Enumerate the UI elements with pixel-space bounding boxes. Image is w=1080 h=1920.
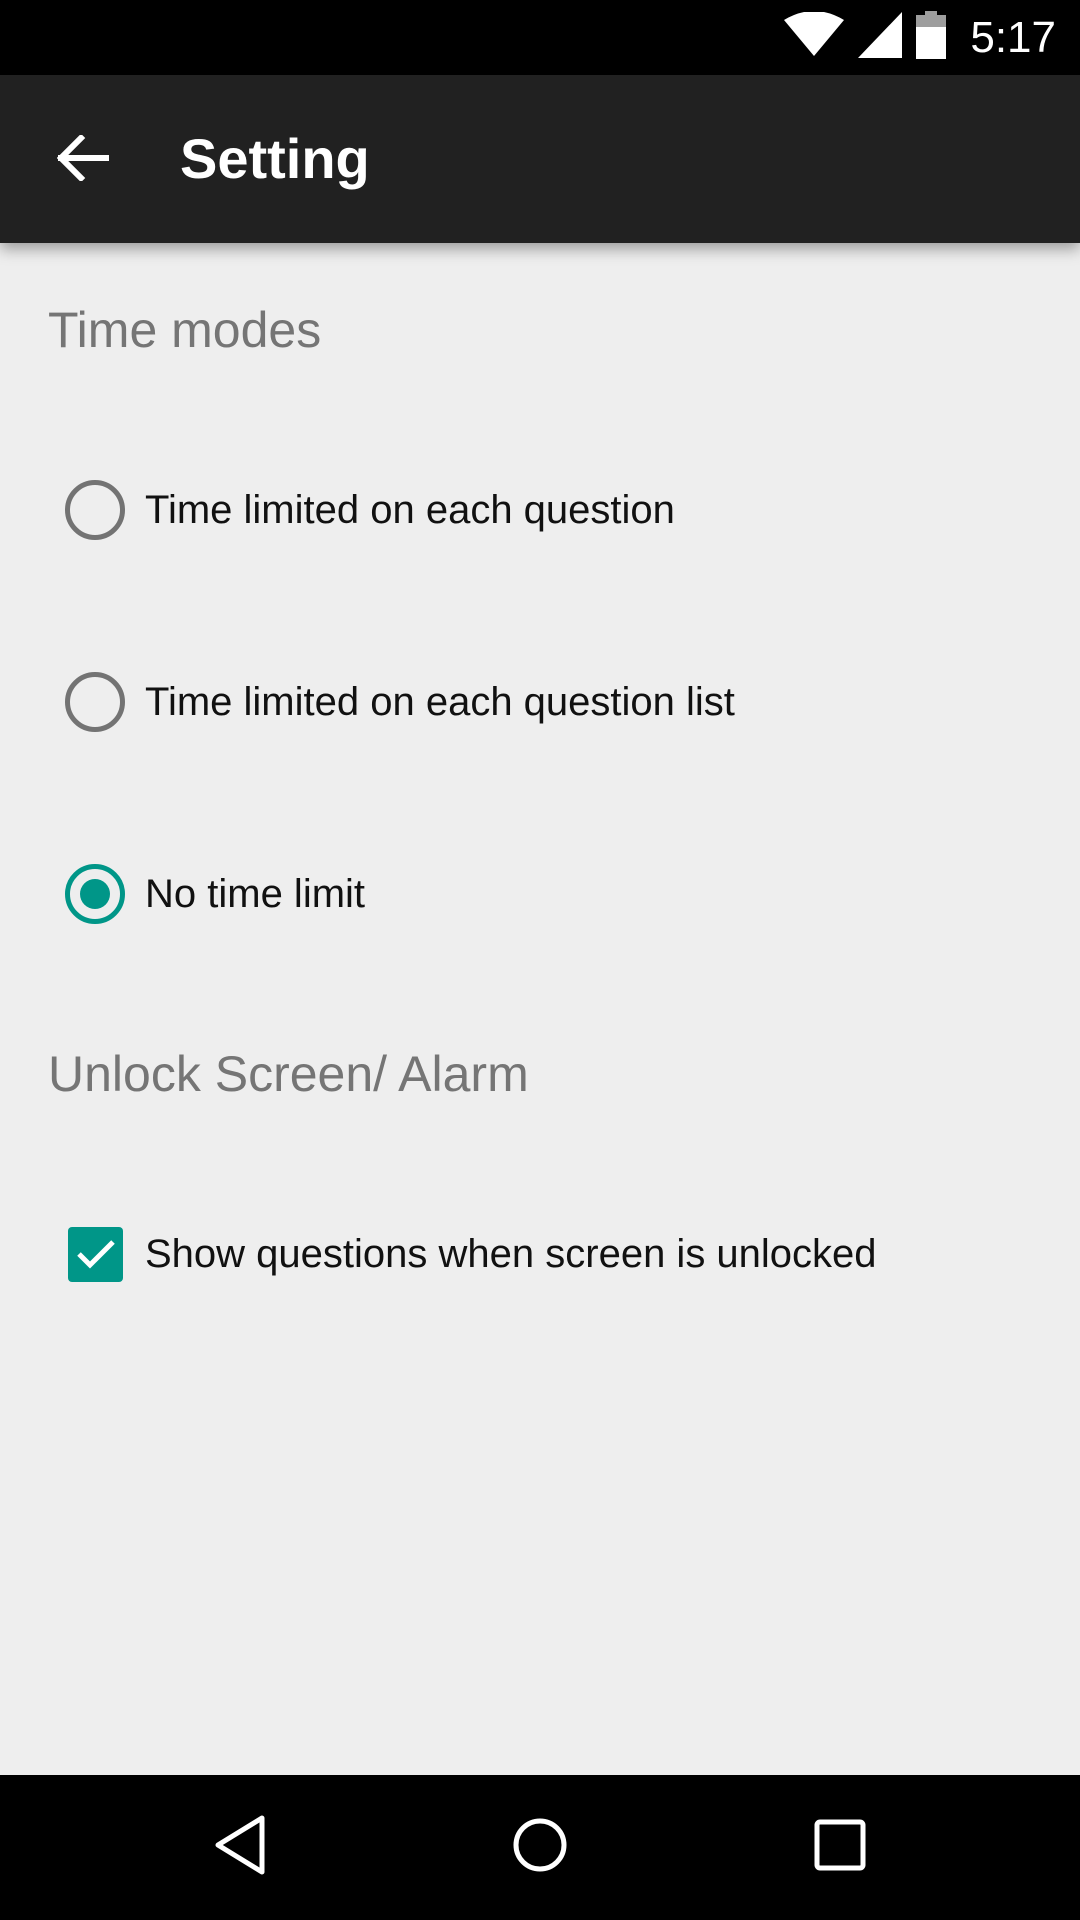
status-time: 5:17 <box>970 12 1056 62</box>
option-label: Time limited on each question <box>145 487 675 532</box>
recents-square-icon <box>812 1817 868 1878</box>
checkmark-icon <box>76 1240 115 1269</box>
time-mode-option-no-limit[interactable]: No time limit <box>0 829 1080 959</box>
back-triangle-icon <box>210 1813 270 1882</box>
app-bar: Setting <box>0 75 1080 243</box>
cellular-signal-icon <box>858 12 903 63</box>
radio-button-unchecked[interactable] <box>65 480 125 540</box>
section-header-unlock-screen: Unlock Screen/ Alarm <box>48 1046 529 1102</box>
nav-home-button[interactable] <box>490 1797 590 1897</box>
radio-dot <box>80 879 110 909</box>
option-label: Show questions when screen is unlocked <box>145 1231 877 1276</box>
battery-icon <box>916 11 947 64</box>
arrow-back-icon <box>56 133 110 186</box>
radio-button-checked[interactable] <box>65 864 125 924</box>
option-label: No time limit <box>145 871 366 916</box>
page-title: Setting <box>180 127 370 190</box>
time-mode-option-each-list[interactable]: Time limited on each question list <box>0 637 1080 767</box>
status-icons: 5:17 <box>784 0 1056 75</box>
time-mode-option-each-question[interactable]: Time limited on each question <box>0 445 1080 575</box>
section-header-time-modes: Time modes <box>48 302 322 358</box>
home-circle-icon <box>510 1815 570 1880</box>
nav-back-button[interactable] <box>190 1797 290 1897</box>
option-label: Time limited on each question list <box>145 679 735 724</box>
wifi-icon <box>784 11 845 63</box>
status-bar: 5:17 <box>0 0 1080 75</box>
back-button[interactable] <box>38 115 128 205</box>
nav-recents-button[interactable] <box>790 1797 890 1897</box>
radio-button-unchecked[interactable] <box>65 672 125 732</box>
navigation-bar <box>0 1775 1080 1920</box>
settings-content: Time modes Time limited on each question… <box>0 243 1080 1775</box>
checkbox-checked[interactable] <box>68 1226 123 1282</box>
unlock-show-questions-option[interactable]: Show questions when screen is unlocked <box>0 1189 1080 1319</box>
